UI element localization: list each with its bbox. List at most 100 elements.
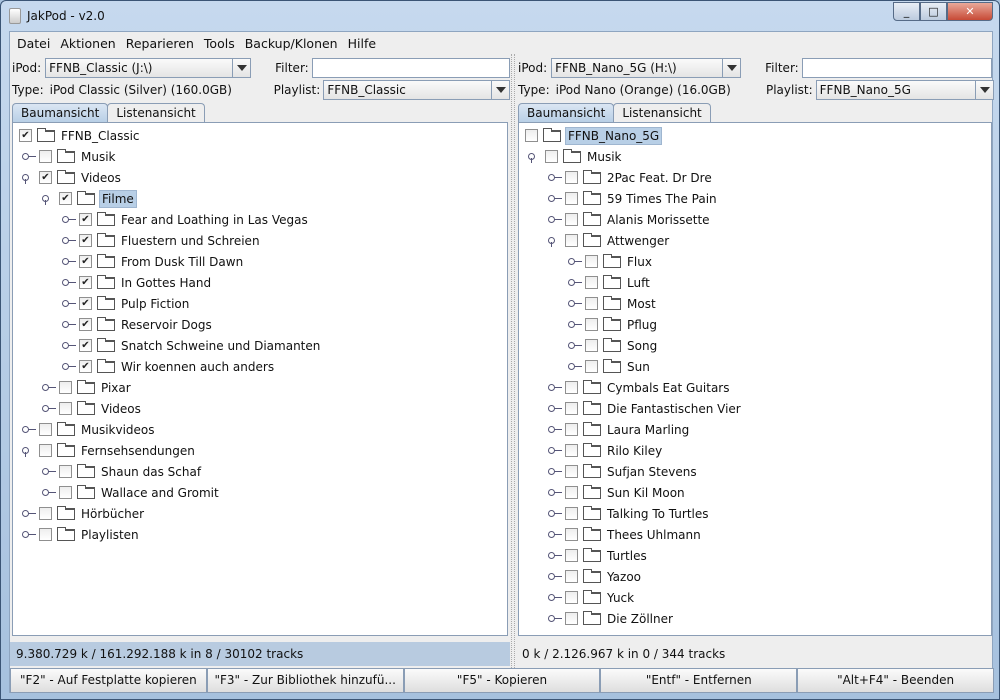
tree-node-label[interactable]: Talking To Turtles [605, 506, 711, 522]
filter-input[interactable] [311, 58, 510, 78]
tree-node[interactable]: ✔ Wir koennen auch anders [62, 356, 276, 377]
tree-node-label[interactable]: Most [625, 296, 658, 312]
expand-handle-icon[interactable] [22, 508, 36, 518]
tree-node-label[interactable]: FFNB_Nano_5G [565, 126, 663, 145]
menu-aktionen[interactable]: Aktionen [55, 36, 120, 51]
expand-handle-icon[interactable] [548, 592, 562, 602]
expand-handle-icon[interactable] [548, 445, 562, 455]
checkbox[interactable]: ✔ [79, 255, 92, 268]
expand-handle-icon[interactable] [548, 613, 562, 623]
ipod-select[interactable]: FFNB_Classic (J:\) [45, 58, 252, 78]
add-to-library-button[interactable]: "F3" - Zur Bibliothek hinzufü... [206, 668, 404, 693]
menu-hilfe[interactable]: Hilfe [343, 36, 381, 51]
expand-handle-icon[interactable] [548, 424, 562, 434]
tab-baumansicht[interactable]: Baumansicht [12, 103, 109, 122]
tree-node[interactable]: Sufjan Stevens [548, 461, 699, 482]
tree-node[interactable]: Laura Marling [548, 419, 691, 440]
checkbox[interactable] [565, 402, 578, 415]
checkbox[interactable] [39, 444, 52, 457]
tree-node-label[interactable]: Sun [625, 359, 652, 375]
expand-handle-icon[interactable] [568, 256, 582, 266]
tree-node-label[interactable]: Musikvideos [79, 422, 157, 438]
split-divider[interactable] [511, 54, 515, 670]
tree-node[interactable]: Yuck [548, 587, 636, 608]
tree-node[interactable]: FFNB_Nano_5G [525, 125, 663, 146]
expand-handle-icon[interactable] [548, 508, 562, 518]
collapse-handle-icon[interactable] [42, 193, 56, 205]
close-button[interactable]: ✕ [947, 2, 993, 21]
tree-node[interactable]: Luft [568, 272, 652, 293]
playlist-select[interactable]: FFNB_Classic [323, 80, 510, 100]
tree-node-label[interactable]: Musik [585, 149, 624, 165]
checkbox[interactable] [565, 528, 578, 541]
expand-handle-icon[interactable] [568, 298, 582, 308]
checkbox[interactable] [565, 570, 578, 583]
expand-handle-icon[interactable] [62, 235, 76, 245]
collapse-handle-icon[interactable] [528, 151, 542, 163]
checkbox[interactable]: ✔ [19, 129, 32, 142]
tree-node[interactable]: Playlisten [22, 524, 141, 545]
maximize-button[interactable]: □ [920, 2, 947, 21]
expand-handle-icon[interactable] [568, 361, 582, 371]
checkbox[interactable] [565, 591, 578, 604]
tree-node[interactable]: Sun Kil Moon [548, 482, 687, 503]
checkbox[interactable]: ✔ [59, 192, 72, 205]
expand-handle-icon[interactable] [548, 550, 562, 560]
checkbox[interactable] [565, 171, 578, 184]
tree-node-label[interactable]: Hörbücher [79, 506, 146, 522]
tree-node-label[interactable]: Shaun das Schaf [99, 464, 203, 480]
menu-tools[interactable]: Tools [199, 36, 240, 51]
expand-handle-icon[interactable] [568, 340, 582, 350]
tree-node-label[interactable]: Wallace and Gromit [99, 485, 221, 501]
chevron-down-icon[interactable] [491, 81, 509, 99]
tree-node-label[interactable]: Wir koennen auch anders [119, 359, 276, 375]
tree-node-label[interactable]: Pulp Fiction [119, 296, 191, 312]
checkbox[interactable] [565, 234, 578, 247]
checkbox[interactable] [565, 192, 578, 205]
expand-handle-icon[interactable] [62, 340, 76, 350]
checkbox[interactable] [565, 444, 578, 457]
collapse-handle-icon[interactable] [22, 445, 36, 457]
checkbox[interactable] [39, 528, 52, 541]
tree-node[interactable]: ✔ Filme [42, 188, 137, 209]
ipod-select[interactable]: FFNB_Nano_5G (H:\) [551, 58, 742, 78]
collapse-handle-icon[interactable] [548, 235, 562, 247]
tree-node-label[interactable]: Sun Kil Moon [605, 485, 687, 501]
tree-node-label[interactable]: Reservoir Dogs [119, 317, 214, 333]
expand-handle-icon[interactable] [548, 382, 562, 392]
tree-node[interactable]: Musik [528, 146, 624, 167]
tree-node-label[interactable]: Sufjan Stevens [605, 464, 699, 480]
checkbox[interactable] [59, 402, 72, 415]
tree-node-label[interactable]: Flux [625, 254, 654, 270]
expand-handle-icon[interactable] [62, 277, 76, 287]
tree-node[interactable]: Attwenger [548, 230, 671, 251]
tab-listenansicht[interactable]: Listenansicht [613, 103, 711, 122]
chevron-down-icon[interactable] [232, 59, 250, 77]
checkbox[interactable] [59, 381, 72, 394]
tree-node[interactable]: Musikvideos [22, 419, 157, 440]
tree-node-label[interactable]: Fluestern und Schreien [119, 233, 262, 249]
expand-handle-icon[interactable] [548, 403, 562, 413]
tab-listenansicht[interactable]: Listenansicht [107, 103, 205, 122]
tree-node-label[interactable]: Turtles [605, 548, 649, 564]
expand-handle-icon[interactable] [42, 487, 56, 497]
tree-node[interactable]: ✔ Reservoir Dogs [62, 314, 214, 335]
tree-node[interactable]: ✔ Fear and Loathing in Las Vegas [62, 209, 310, 230]
checkbox[interactable] [565, 423, 578, 436]
checkbox[interactable] [565, 507, 578, 520]
checkbox[interactable] [565, 381, 578, 394]
menu-datei[interactable]: Datei [12, 36, 55, 51]
checkbox[interactable] [59, 486, 72, 499]
tree-node-label[interactable]: Pixar [99, 380, 133, 396]
expand-handle-icon[interactable] [548, 529, 562, 539]
tree-node[interactable]: Rilo Kiley [548, 440, 664, 461]
checkbox[interactable]: ✔ [79, 339, 92, 352]
tree-node-label[interactable]: Fernsehsendungen [79, 443, 197, 459]
tree-node[interactable]: Pixar [42, 377, 133, 398]
tree-node[interactable]: Turtles [548, 545, 649, 566]
tree-node-label[interactable]: Pflug [625, 317, 659, 333]
tree-node-label[interactable]: FFNB_Classic [59, 128, 142, 144]
tree-node[interactable]: Sun [568, 356, 652, 377]
tree-node[interactable]: Shaun das Schaf [42, 461, 203, 482]
tree-node[interactable]: Song [568, 335, 659, 356]
